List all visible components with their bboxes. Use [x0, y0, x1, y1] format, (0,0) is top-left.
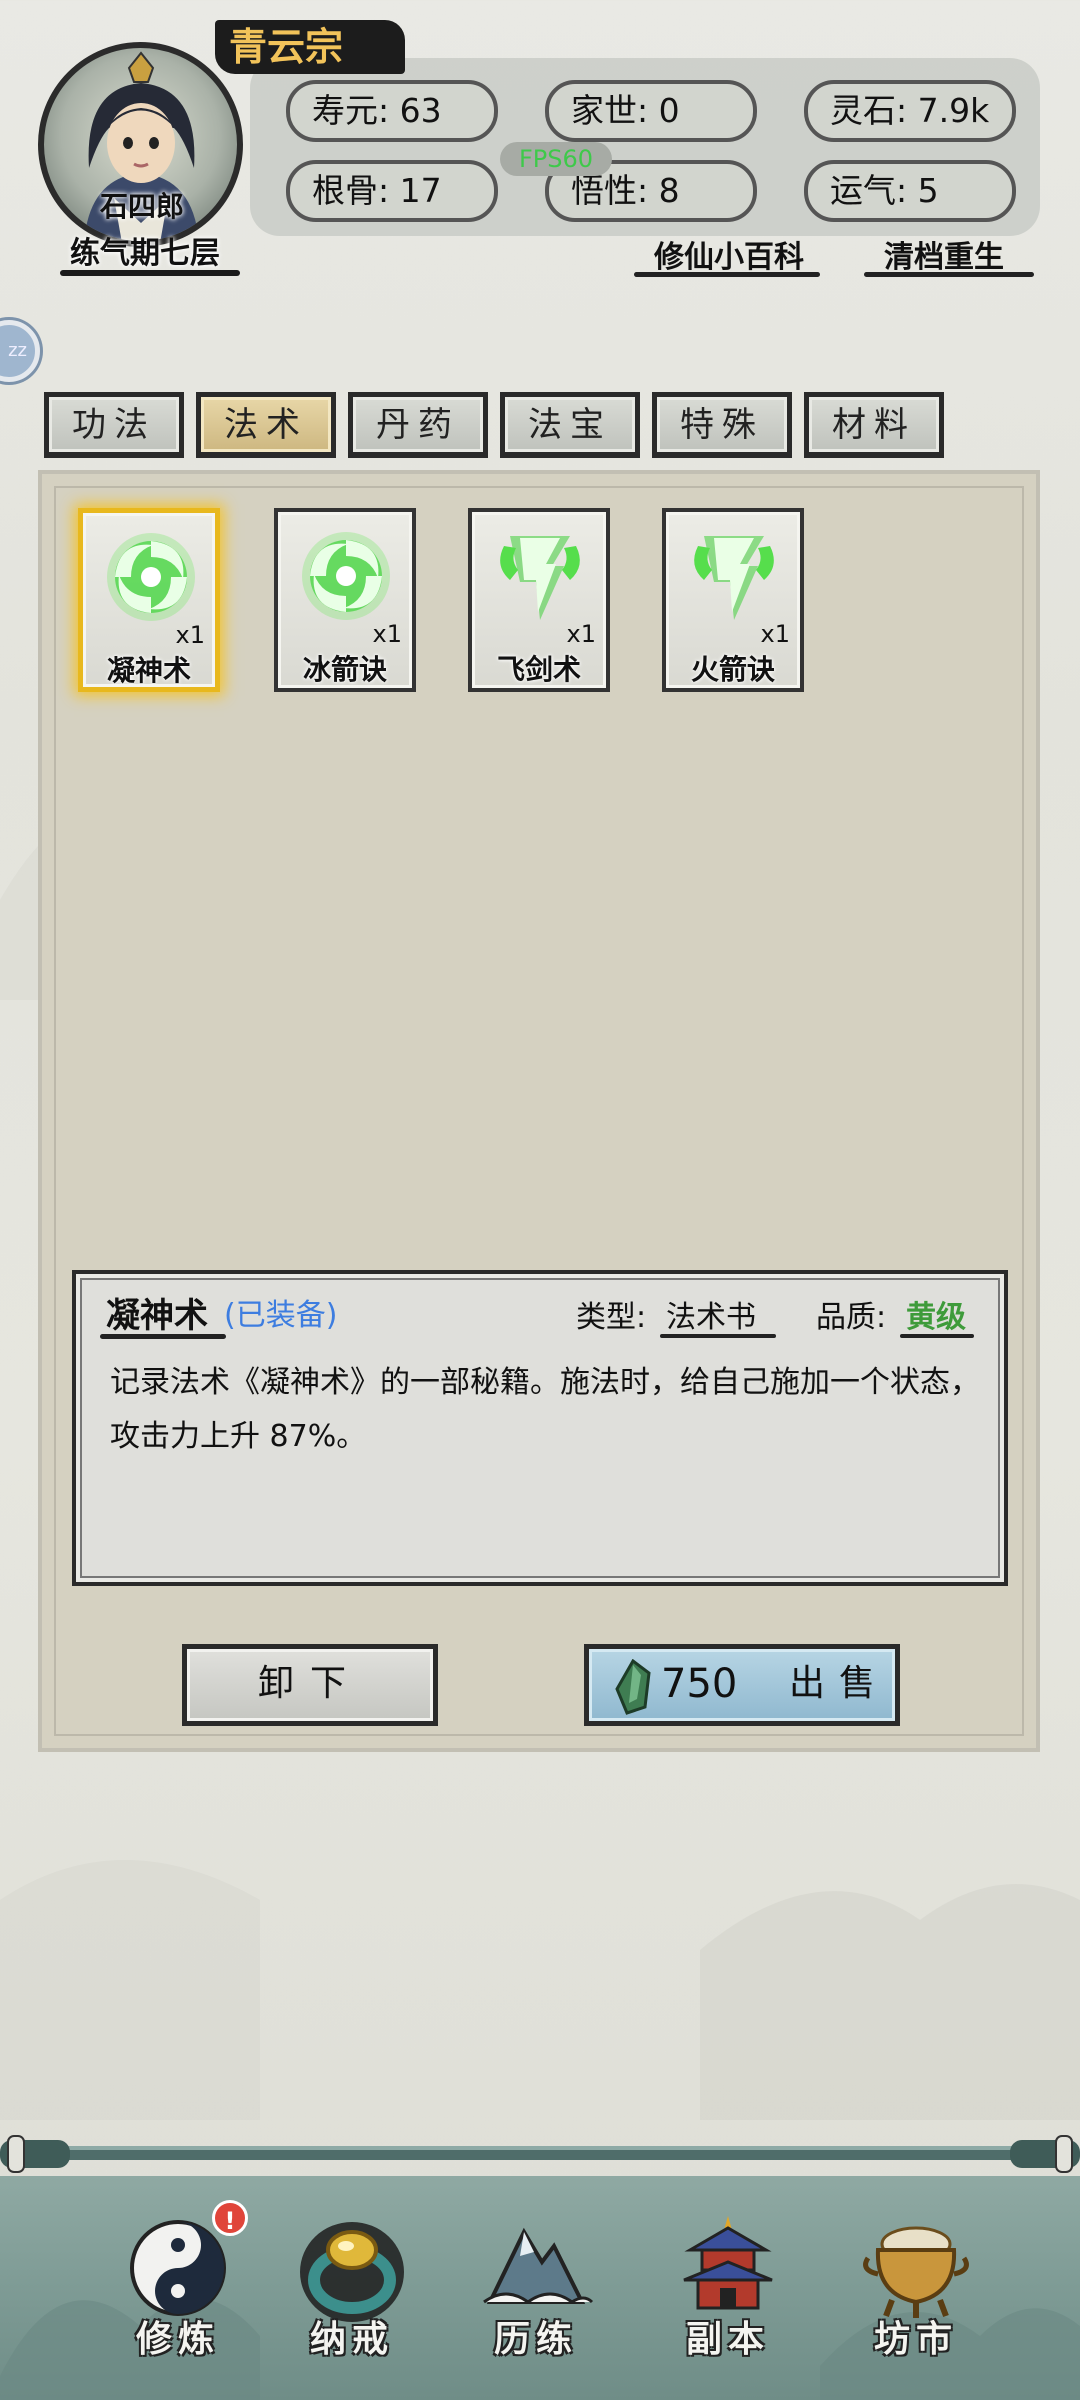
item-count: x1 — [760, 620, 790, 648]
tab-teshu[interactable]: 特殊 — [652, 392, 792, 458]
type-underline — [660, 1334, 776, 1338]
nav-market[interactable]: 坊市 — [846, 2210, 986, 2370]
nav-adventure[interactable]: 历练 — [466, 2210, 606, 2370]
detail-name-underline — [100, 1334, 226, 1339]
stat-luck: 运气: 5 — [804, 160, 1016, 222]
detail-item-name: 凝神术 — [106, 1296, 208, 1336]
quality-label: 品质: — [816, 1300, 887, 1335]
item-name: 火箭诀 — [690, 653, 775, 686]
nav-label: 纳戒 — [309, 2319, 394, 2360]
nav-label: 副本 — [685, 2319, 770, 2360]
fps-counter: FPS60 — [500, 142, 612, 176]
type-label: 类型: — [576, 1300, 647, 1335]
stat-family: 家世: 0 — [545, 80, 757, 142]
wiki-link-underline — [634, 272, 820, 277]
stat-spirit-stones: 灵石: 7.9k — [804, 80, 1016, 142]
nav-label: 修炼 — [135, 2319, 220, 2360]
nav-label: 历练 — [493, 2319, 578, 2360]
realm-underline — [60, 270, 240, 276]
quality-underline — [900, 1334, 974, 1338]
tab-cailiao[interactable]: 材料 — [804, 392, 944, 458]
sell-button[interactable]: 750 出售 — [584, 1644, 900, 1726]
green-bolt-icon — [500, 536, 580, 620]
sect-name: 青云宗 — [215, 20, 405, 74]
tab-gongfa[interactable]: 功法 — [44, 392, 184, 458]
scroll-rod-divider — [0, 2135, 1080, 2173]
item-name: 飞剑术 — [496, 653, 581, 686]
spirit-stone-icon — [615, 1659, 651, 1715]
item-name: 冰箭诀 — [302, 653, 387, 686]
character-name: 石四郎 — [100, 190, 185, 223]
tab-fashu[interactable]: 法术 — [196, 392, 336, 458]
item-detail-panel: 凝神术 (已装备) 类型: 法术书 品质: 黄级 记录法术《凝神术》的一部秘籍。… — [72, 1270, 1008, 1586]
green-vortex-icon — [107, 533, 195, 621]
item-quality: 黄级 — [906, 1300, 966, 1335]
inventory-item[interactable]: x1 凝神术 — [78, 508, 220, 692]
nav-label: 坊市 — [873, 2319, 958, 2360]
reset-link-underline — [864, 272, 1034, 277]
nav-cultivate[interactable]: ! 修炼 — [108, 2200, 248, 2370]
item-count: x1 — [566, 620, 596, 648]
sell-price: 750 — [661, 1661, 738, 1707]
item-name: 凝神术 — [106, 654, 191, 687]
stat-root-bone: 根骨: 17 — [286, 160, 498, 222]
unequip-button[interactable]: 卸下 — [182, 1644, 438, 1726]
item-description: 记录法术《凝神术》的一部秘籍。施法时，给自己施加一个状态，攻击力上升 87%。 — [110, 1365, 980, 1454]
notification-badge: ! — [212, 2200, 248, 2236]
wiki-link[interactable]: 修仙小百科 — [654, 232, 804, 276]
tab-fabao[interactable]: 法宝 — [500, 392, 640, 458]
stat-lifespan: 寿元: 63 — [286, 80, 498, 142]
inventory-item[interactable]: x1 冰箭诀 — [274, 508, 416, 692]
green-bolt-icon — [694, 536, 774, 620]
tab-danyao[interactable]: 丹药 — [348, 392, 488, 458]
inventory-item[interactable]: x1 火箭诀 — [662, 508, 804, 692]
green-vortex-icon — [302, 532, 390, 620]
inventory-item[interactable]: x1 飞剑术 — [468, 508, 610, 692]
side-bubble-button[interactable]: zz — [0, 320, 40, 382]
character-realm: 练气期七层 — [70, 236, 220, 271]
sell-label: 出售 — [789, 1663, 890, 1704]
item-count: x1 — [372, 620, 402, 648]
item-type: 法术书 — [666, 1300, 756, 1335]
item-count: x1 — [175, 621, 205, 649]
nav-ring[interactable]: 纳戒 — [282, 2210, 422, 2370]
nav-dungeon[interactable]: 副本 — [658, 2210, 798, 2370]
equipped-status: (已装备) — [224, 1298, 338, 1333]
reset-link[interactable]: 清档重生 — [884, 232, 1004, 276]
